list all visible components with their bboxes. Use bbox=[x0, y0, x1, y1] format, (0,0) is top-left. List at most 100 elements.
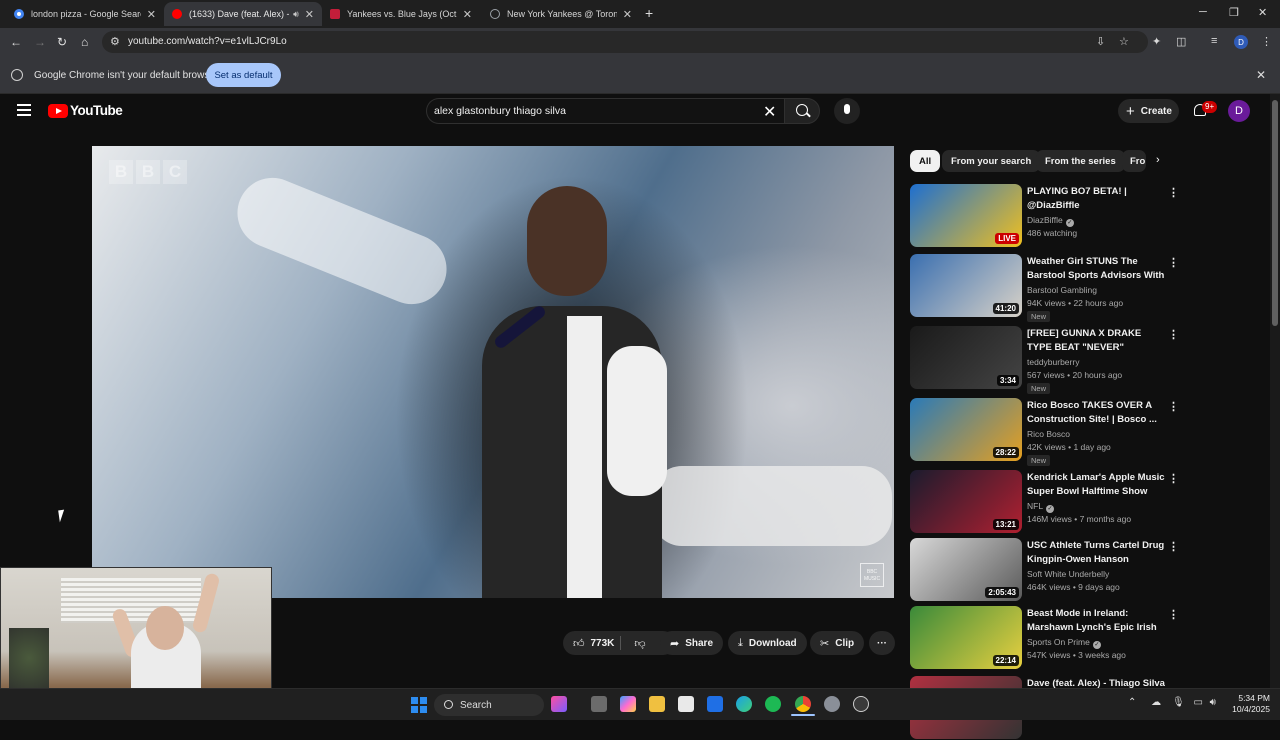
settings-gear-icon[interactable] bbox=[824, 696, 840, 712]
hamburger-menu-icon[interactable] bbox=[17, 104, 31, 116]
youtube-logo-icon[interactable] bbox=[48, 104, 68, 118]
video-title[interactable]: PLAYING BO7 BETA! | @DiazBiffle bbox=[1027, 185, 1167, 212]
chevron-up-icon[interactable]: ⌃ bbox=[1128, 697, 1136, 708]
tab-yankees-bluejays[interactable]: Yankees vs. Blue Jays (Oct 4, 20 ✕ bbox=[322, 2, 480, 26]
recommendation-item[interactable]: 13:21 Kendrick Lamar's Apple Music Super … bbox=[910, 470, 1180, 534]
channel-name[interactable]: teddyburberry bbox=[1027, 357, 1079, 367]
volume-icon[interactable]: 🔊︎ bbox=[1210, 697, 1216, 708]
set-as-default-button[interactable]: Set as default bbox=[206, 63, 281, 87]
video-thumbnail[interactable]: LIVE bbox=[910, 184, 1022, 247]
close-tab-icon[interactable]: ✕ bbox=[623, 8, 632, 21]
edge-icon[interactable] bbox=[736, 696, 752, 712]
channel-name[interactable]: Barstool Gambling bbox=[1027, 285, 1097, 295]
tab-yankees-toronto[interactable]: New York Yankees @ Toronto B ✕ bbox=[482, 2, 640, 26]
channel-name[interactable]: Soft White Underbelly bbox=[1027, 569, 1109, 579]
display-icon[interactable]: ▭ bbox=[1193, 697, 1202, 708]
chrome-icon[interactable] bbox=[795, 696, 811, 712]
recommendation-item[interactable]: 28:22 Rico Bosco TAKES OVER A Constructio… bbox=[910, 398, 1180, 466]
back-icon[interactable]: ← bbox=[10, 35, 22, 49]
video-thumbnail[interactable]: 2:05:43 bbox=[910, 538, 1022, 601]
like-count[interactable]: 773K bbox=[591, 638, 615, 649]
recommendation-item[interactable]: 41:20 Weather Girl STUNS The Barstool Spo… bbox=[910, 254, 1180, 322]
home-icon[interactable]: ⌂ bbox=[81, 35, 88, 49]
video-title[interactable]: Kendrick Lamar's Apple Music Super Bowl … bbox=[1027, 471, 1167, 498]
chrome-menu-icon[interactable]: ⋮ bbox=[1261, 35, 1272, 48]
minimize-icon[interactable]: ─ bbox=[1199, 6, 1207, 18]
bookmark-star-icon[interactable]: ☆ bbox=[1119, 35, 1129, 48]
dropbox-icon[interactable] bbox=[707, 696, 723, 712]
reload-icon[interactable]: ↻ bbox=[57, 35, 67, 49]
more-options-icon[interactable]: ⋮ bbox=[1168, 186, 1179, 199]
microphone-icon[interactable] bbox=[844, 104, 850, 114]
recommendation-item[interactable]: LIVE PLAYING BO7 BETA! | @DiazBiffle DiazB… bbox=[910, 184, 1180, 248]
microsoft-store-icon[interactable] bbox=[678, 696, 694, 712]
site-info-icon[interactable]: ⚙︎ bbox=[110, 35, 120, 48]
download-button[interactable]: ⤓ Download bbox=[728, 631, 807, 655]
thumbs-up-icon[interactable]: 👍︎ bbox=[573, 637, 585, 650]
close-tab-icon[interactable]: ✕ bbox=[305, 8, 314, 21]
search-query[interactable]: alex glastonbury thiago silva bbox=[434, 105, 566, 117]
microphone-tray-icon[interactable]: 🎙︎ bbox=[1172, 697, 1185, 708]
chip-truncated[interactable]: Fro bbox=[1122, 150, 1146, 172]
chip-from-your-search[interactable]: From your search bbox=[942, 150, 1041, 172]
tab-google-search[interactable]: london pizza - Google Search ✕ bbox=[6, 2, 164, 26]
search-icon[interactable] bbox=[796, 104, 808, 116]
window-close-icon[interactable]: ✕ bbox=[1258, 6, 1267, 19]
more-options-icon[interactable]: ⋮ bbox=[1168, 400, 1179, 413]
reading-list-icon[interactable]: ≡ bbox=[1211, 35, 1217, 47]
extensions-icon[interactable]: ✦ bbox=[1152, 35, 1161, 48]
video-thumbnail[interactable]: 41:20 bbox=[910, 254, 1022, 317]
taskbar-clock[interactable]: 5:34 PM 10/4/2025 bbox=[1224, 693, 1270, 715]
side-panel-icon[interactable]: ◫ bbox=[1176, 35, 1186, 48]
scrollbar-thumb[interactable] bbox=[1272, 100, 1278, 326]
tab-youtube-video[interactable]: (1633) Dave (feat. Alex) - Thi 🔊︎ ✕ bbox=[164, 2, 322, 26]
taskbar-search-icon[interactable] bbox=[444, 700, 453, 709]
close-tab-icon[interactable]: ✕ bbox=[463, 8, 472, 21]
video-title[interactable]: [FREE] GUNNA X DRAKE TYPE BEAT "NEVER" bbox=[1027, 327, 1167, 354]
file-explorer-icon[interactable] bbox=[649, 696, 665, 712]
chevron-right-icon[interactable]: › bbox=[1156, 154, 1160, 166]
share-button[interactable]: ➦ Share bbox=[660, 631, 724, 655]
recommendation-item[interactable]: 22:14 Beast Mode in Ireland: Marshawn Lyn… bbox=[910, 606, 1180, 670]
more-options-icon[interactable]: ⋮ bbox=[1168, 472, 1179, 485]
install-app-icon[interactable]: ⇩ bbox=[1096, 35, 1105, 48]
recommendation-item[interactable]: 2:05:43 USC Athlete Turns Cartel Drug Kin… bbox=[910, 538, 1180, 602]
restore-icon[interactable]: ❐ bbox=[1229, 6, 1239, 19]
create-button[interactable]: + Create bbox=[1118, 99, 1179, 123]
more-options-icon[interactable]: ⋮ bbox=[1168, 328, 1179, 341]
video-thumbnail[interactable]: 22:14 bbox=[910, 606, 1022, 669]
more-options-icon[interactable]: ⋮ bbox=[1168, 256, 1179, 269]
video-title[interactable]: Rico Bosco TAKES OVER A Construction Sit… bbox=[1027, 399, 1167, 426]
account-avatar[interactable]: D bbox=[1228, 100, 1250, 122]
chip-from-the-series[interactable]: From the series bbox=[1036, 150, 1125, 172]
chip-all[interactable]: All bbox=[910, 150, 941, 172]
channel-name[interactable]: Sports On Prime ✓ bbox=[1027, 637, 1101, 649]
video-title[interactable]: Beast Mode in Ireland: Marshawn Lynch's … bbox=[1027, 607, 1167, 634]
video-title[interactable]: USC Athlete Turns Cartel Drug Kingpin-Ow… bbox=[1027, 539, 1167, 566]
thumbs-down-icon[interactable]: 👎︎ bbox=[634, 637, 645, 650]
more-actions-button[interactable]: ··· bbox=[869, 631, 895, 655]
video-title[interactable]: Weather Girl STUNS The Barstool Sports A… bbox=[1027, 255, 1167, 282]
url-text[interactable]: youtube.com/watch?v=e1vlLJCr9Lo bbox=[128, 36, 287, 47]
close-tab-icon[interactable]: ✕ bbox=[147, 8, 156, 21]
recommendation-item[interactable]: 3:34 [FREE] GUNNA X DRAKE TYPE BEAT "NEVE… bbox=[910, 326, 1180, 394]
forward-icon[interactable]: → bbox=[34, 35, 46, 49]
copilot-icon[interactable] bbox=[620, 696, 636, 712]
channel-name[interactable]: DiazBiffle ✓ bbox=[1027, 215, 1074, 227]
video-thumbnail[interactable]: 3:34 bbox=[910, 326, 1022, 389]
spotify-icon[interactable] bbox=[765, 696, 781, 712]
onedrive-icon[interactable]: ☁ bbox=[1151, 697, 1161, 708]
new-tab-button[interactable]: + bbox=[645, 5, 653, 21]
video-thumbnail[interactable]: 13:21 bbox=[910, 470, 1022, 533]
channel-name[interactable]: Rico Bosco bbox=[1027, 429, 1070, 439]
snipping-tool-icon[interactable] bbox=[551, 696, 567, 712]
video-player[interactable] bbox=[92, 146, 894, 598]
profile-avatar[interactable]: D bbox=[1234, 35, 1248, 49]
speaker-icon[interactable]: 🔊︎ bbox=[293, 9, 299, 20]
task-view-icon[interactable] bbox=[591, 696, 607, 712]
windows-start-icon[interactable] bbox=[411, 697, 427, 713]
clear-search-icon[interactable]: ✕ bbox=[763, 102, 776, 122]
system-tray[interactable]: ⌃ ☁ 🎙︎ ▭ 🔊︎ bbox=[1128, 697, 1216, 708]
clip-button[interactable]: ✂ Clip bbox=[810, 631, 865, 655]
app-icon[interactable] bbox=[853, 696, 869, 712]
